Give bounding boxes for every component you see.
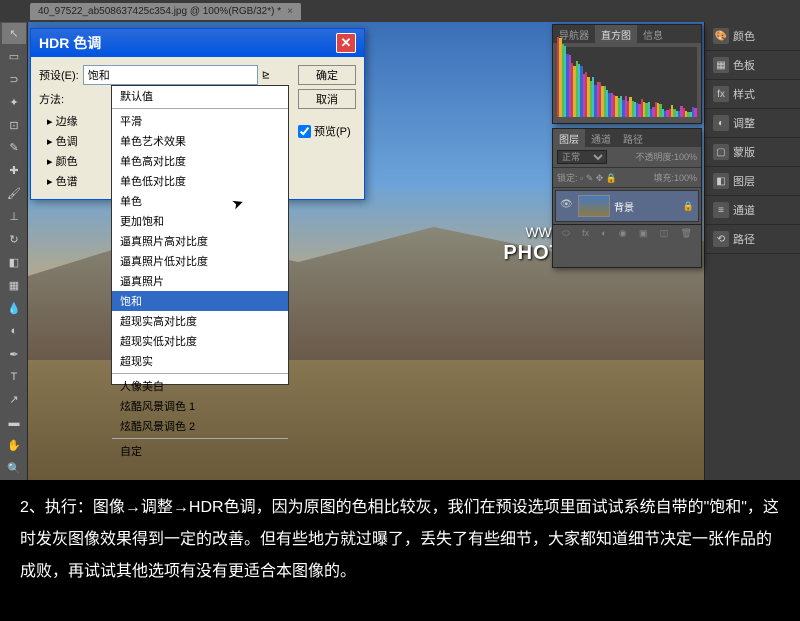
panel-button-色板[interactable]: ▦色板 bbox=[705, 51, 800, 80]
path-tool[interactable]: ↗ bbox=[2, 390, 26, 411]
lock-icon: 🔒 bbox=[683, 201, 694, 212]
preset-option[interactable]: 超现实高对比度 bbox=[112, 311, 288, 331]
new-layer-icon[interactable]: ◫ bbox=[660, 228, 669, 239]
marquee-tool[interactable]: ▭ bbox=[2, 46, 26, 67]
preset-select[interactable] bbox=[83, 65, 258, 85]
preset-option[interactable]: 超现实低对比度 bbox=[112, 331, 288, 351]
folder-icon[interactable]: ▣ bbox=[639, 228, 648, 239]
preset-label: 预设(E): bbox=[39, 67, 79, 83]
layer-item[interactable]: 👁 背景 🔒 bbox=[555, 190, 699, 222]
hand-tool[interactable]: ✋ bbox=[2, 435, 26, 456]
panel-button-图层[interactable]: ◧图层 bbox=[705, 167, 800, 196]
preset-option[interactable]: 超现实 bbox=[112, 351, 288, 371]
panel-button-蒙版[interactable]: ▢蒙版 bbox=[705, 138, 800, 167]
preset-option[interactable]: 平滑 bbox=[112, 111, 288, 131]
lasso-tool[interactable]: ⊃ bbox=[2, 69, 26, 90]
history-brush-tool[interactable]: ↻ bbox=[2, 229, 26, 250]
panel-tab[interactable]: 路径 bbox=[617, 129, 649, 147]
preset-option[interactable]: 逼真照片 bbox=[112, 271, 288, 291]
wand-tool[interactable]: ✦ bbox=[2, 92, 26, 113]
layer-thumbnail[interactable] bbox=[578, 195, 610, 217]
preset-option[interactable]: 炫酷风景调色 2 bbox=[112, 416, 288, 436]
preset-menu-icon[interactable]: ⊵ bbox=[262, 70, 270, 81]
preset-dropdown: 默认值平滑单色艺术效果单色高对比度单色低对比度单色更加饱和逼真照片高对比度逼真照… bbox=[111, 85, 289, 385]
visibility-icon[interactable]: 👁 bbox=[560, 199, 574, 213]
panel-tab[interactable]: 直方图 bbox=[595, 25, 637, 43]
preview-checkbox[interactable]: 预览(P) bbox=[298, 123, 356, 139]
preset-option[interactable]: 单色高对比度 bbox=[112, 151, 288, 171]
move-tool[interactable]: ↖ bbox=[2, 23, 26, 44]
cancel-button[interactable]: 取消 bbox=[298, 89, 356, 109]
preset-option[interactable]: 默认值 bbox=[112, 86, 288, 106]
preset-option[interactable]: 逼真照片低对比度 bbox=[112, 251, 288, 271]
brush-tool[interactable]: 🖌 bbox=[2, 183, 26, 204]
panel-tab[interactable]: 图层 bbox=[553, 129, 585, 147]
photoshop-window: 40_97522_ab508637425c354.jpg @ 100%(RGB/… bbox=[0, 0, 800, 480]
stamp-tool[interactable]: ⊥ bbox=[2, 206, 26, 227]
preview-checkbox-input[interactable] bbox=[298, 125, 311, 138]
eyedropper-tool[interactable]: ✎ bbox=[2, 138, 26, 159]
dialog-title-text: HDR 色调 bbox=[39, 33, 101, 53]
shape-tool[interactable]: ▬ bbox=[2, 412, 26, 433]
heal-tool[interactable]: ✚ bbox=[2, 160, 26, 181]
preset-option[interactable]: 炫酷风景调色 1 bbox=[112, 396, 288, 416]
panel-tab[interactable]: 信息 bbox=[637, 25, 669, 43]
hdr-toning-dialog: HDR 色调 ✕ 预设(E): ⊵ 确定 取消 预览(P) 方法: ▸ 边缘▸ … bbox=[30, 28, 365, 200]
histogram-graph bbox=[557, 47, 697, 117]
mask-icon[interactable]: ◐ bbox=[601, 228, 606, 239]
panel-button-样式[interactable]: fx样式 bbox=[705, 80, 800, 109]
eraser-tool[interactable]: ◧ bbox=[2, 252, 26, 273]
crop-tool[interactable]: ⊡ bbox=[2, 115, 26, 136]
link-icon[interactable]: ⬭ bbox=[562, 228, 570, 239]
preset-option[interactable]: 更加饱和 bbox=[112, 211, 288, 231]
pen-tool[interactable]: ✒ bbox=[2, 344, 26, 365]
document-tab[interactable]: 40_97522_ab508637425c354.jpg @ 100%(RGB/… bbox=[30, 3, 301, 20]
preset-option[interactable]: 逼真照片高对比度 bbox=[112, 231, 288, 251]
right-panel-dock: 🎨颜色▦色板fx样式◐调整▢蒙版◧图层≡通道⟲路径 bbox=[704, 22, 800, 480]
preset-option[interactable]: 饱和 bbox=[112, 291, 288, 311]
preset-option[interactable]: 自定 bbox=[112, 441, 288, 461]
dialog-titlebar[interactable]: HDR 色调 ✕ bbox=[31, 29, 364, 57]
blend-mode-select[interactable]: 正常 bbox=[557, 150, 607, 164]
panel-button-调整[interactable]: ◐调整 bbox=[705, 109, 800, 138]
document-tab-bar: 40_97522_ab508637425c354.jpg @ 100%(RGB/… bbox=[0, 0, 800, 22]
panel-button-路径[interactable]: ⟲路径 bbox=[705, 225, 800, 254]
preset-option[interactable]: 人像美白 bbox=[112, 376, 288, 396]
blur-tool[interactable]: 💧 bbox=[2, 298, 26, 319]
type-tool[interactable]: T bbox=[2, 367, 26, 388]
panel-button-颜色[interactable]: 🎨颜色 bbox=[705, 22, 800, 51]
layer-panel-footer: ⬭ fx ◐ ◉ ▣ ◫ 🗑 bbox=[553, 224, 701, 242]
preset-option[interactable]: 单色艺术效果 bbox=[112, 131, 288, 151]
adjustment-icon[interactable]: ◉ bbox=[619, 228, 627, 239]
tool-palette: ↖ ▭ ⊃ ✦ ⊡ ✎ ✚ 🖌 ⊥ ↻ ◧ ▦ 💧 ◐ ✒ T ↗ ▬ ✋ 🔍 bbox=[0, 22, 28, 480]
dodge-tool[interactable]: ◐ bbox=[2, 321, 26, 342]
gradient-tool[interactable]: ▦ bbox=[2, 275, 26, 296]
close-icon[interactable]: × bbox=[287, 6, 293, 17]
trash-icon[interactable]: 🗑 bbox=[680, 228, 691, 239]
preset-option[interactable]: 单色低对比度 bbox=[112, 171, 288, 191]
zoom-tool[interactable]: 🔍 bbox=[2, 458, 26, 479]
panel-tab[interactable]: 通道 bbox=[585, 129, 617, 147]
fx-icon[interactable]: fx bbox=[582, 228, 589, 239]
tutorial-caption: 2、执行：图像→调整→HDR色调，因为原图的色相比较灰，我们在预设选项里面试试系… bbox=[0, 480, 800, 621]
panel-button-通道[interactable]: ≡通道 bbox=[705, 196, 800, 225]
preset-option[interactable]: 单色 bbox=[112, 191, 288, 211]
layers-panel: 图层通道路径 正常 不透明度:100% 锁定: ▫ ✎ ✥ 🔒 填充:100% … bbox=[552, 128, 702, 268]
ok-button[interactable]: 确定 bbox=[298, 65, 356, 85]
histogram-panel: 导航器直方图信息 bbox=[552, 24, 702, 124]
close-icon[interactable]: ✕ bbox=[336, 33, 356, 53]
layer-name: 背景 bbox=[614, 199, 683, 214]
document-tab-label: 40_97522_ab508637425c354.jpg @ 100%(RGB/… bbox=[38, 6, 281, 17]
